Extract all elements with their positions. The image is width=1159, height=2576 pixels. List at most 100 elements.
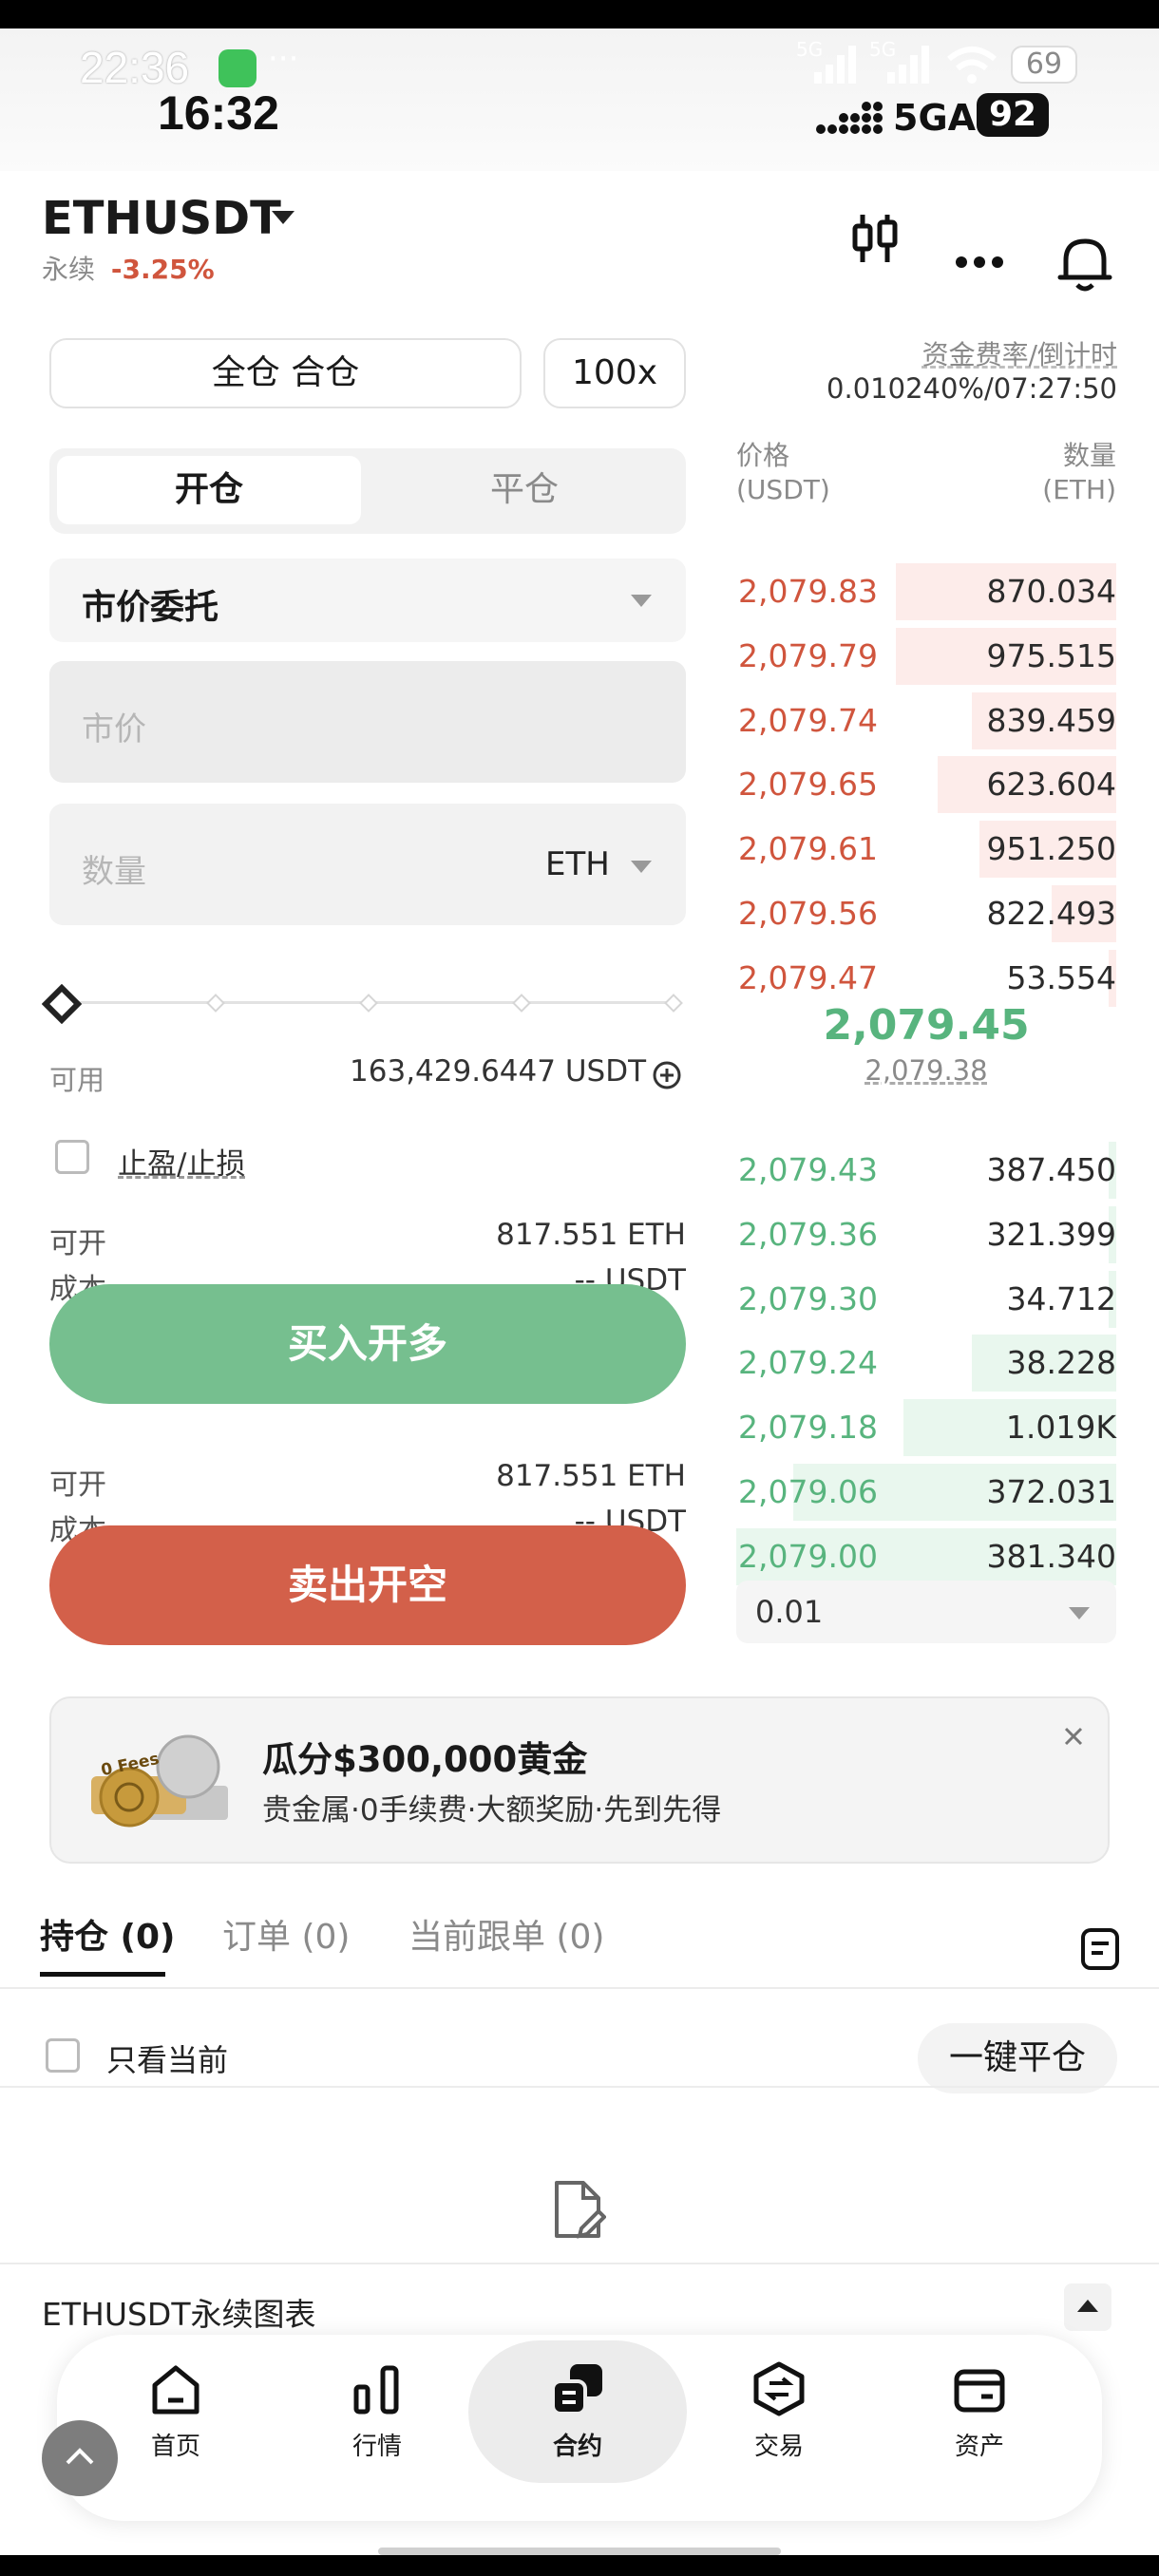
divider [0, 1987, 1159, 1989]
leverage-button[interactable]: 100x [543, 338, 686, 408]
nav-home[interactable]: 首页 [114, 2360, 238, 2462]
precision-select[interactable]: 0.01 [736, 1581, 1116, 1643]
bid-quantity: 34.712 [1006, 1279, 1116, 1317]
tab-orders[interactable]: 订单 (0) [222, 1909, 350, 1959]
signal-icon-1 [814, 46, 856, 84]
ask-quantity: 839.459 [986, 701, 1116, 739]
tab-copy-trades[interactable]: 当前跟单 (0) [408, 1909, 604, 1959]
ask-row[interactable]: 2,079.56 822.493 [736, 885, 1116, 942]
price-placeholder: 市价 [82, 710, 146, 748]
empty-document-icon [555, 2181, 606, 2239]
mark-price[interactable]: 2,079.38 [736, 1054, 1116, 1087]
ask-quantity: 951.250 [986, 830, 1116, 868]
bid-price: 2,079.00 [738, 1537, 878, 1575]
price-input[interactable]: 市价 [49, 661, 686, 783]
bid-row[interactable]: 2,079.36 321.399 [736, 1205, 1116, 1263]
margin-mode-button[interactable]: 全仓 合仓 [49, 338, 522, 408]
contract-type: 永续 -3.25% [42, 254, 215, 285]
ask-row[interactable]: 2,079.79 975.515 [736, 627, 1116, 685]
ask-row[interactable]: 2,079.83 870.034 [736, 563, 1116, 620]
slider-tick-25[interactable] [205, 993, 226, 1013]
price-change: -3.25% [110, 254, 215, 285]
gold-bars-icon [91, 1734, 228, 1828]
close-all-button[interactable]: 一键平仓 [918, 2023, 1117, 2093]
bid-row[interactable]: 2,079.18 1.019K [736, 1399, 1116, 1457]
ask-price: 2,079.47 [738, 958, 878, 996]
ask-price: 2,079.83 [738, 573, 878, 610]
tpsl-label[interactable]: 止盈/止损 [118, 1140, 245, 1183]
nav-trade-label: 交易 [753, 2433, 804, 2461]
long-open-label: 可开 [49, 1227, 106, 1260]
symbol-dropdown-icon[interactable] [272, 209, 294, 226]
candlestick-chart-icon[interactable] [851, 211, 899, 266]
tab-positions[interactable]: 持仓 (0) [40, 1909, 176, 1959]
available-value: 163,429.6447 USDT [350, 1054, 646, 1089]
nav-trade[interactable]: 交易 [717, 2360, 841, 2462]
close-icon[interactable] [1062, 1725, 1085, 1748]
tab-close-position[interactable]: 平仓 [370, 456, 678, 524]
chart-expand-button[interactable] [1064, 2283, 1112, 2331]
bid-quantity: 1.019K [1005, 1409, 1116, 1447]
trade-icon [753, 2361, 805, 2416]
only-current-label: 只看当前 [106, 2042, 229, 2078]
nav-assets[interactable]: 资产 [918, 2360, 1041, 2462]
bid-quantity: 38.228 [1006, 1344, 1116, 1382]
buy-long-button[interactable]: 买入开多 [49, 1284, 686, 1404]
divider [0, 2086, 1159, 2088]
ask-quantity: 53.554 [1006, 958, 1116, 996]
bid-row[interactable]: 2,079.06 372.031 [736, 1464, 1116, 1521]
scroll-top-button[interactable] [42, 2420, 118, 2496]
ask-row[interactable]: 2,079.74 839.459 [736, 691, 1116, 749]
bid-price: 2,079.06 [738, 1473, 878, 1510]
slider-tick-50[interactable] [358, 993, 379, 1013]
tab-open-position[interactable]: 开仓 [57, 456, 361, 524]
nav-home-label: 首页 [150, 2433, 200, 2461]
more-options-icon[interactable] [955, 255, 1004, 270]
signal-dots-icon [816, 102, 883, 134]
bid-price: 2,079.36 [738, 1215, 878, 1253]
only-current-checkbox[interactable] [46, 2038, 80, 2073]
short-open-label: 可开 [49, 1468, 106, 1502]
ask-row[interactable]: 2,079.61 951.250 [736, 821, 1116, 879]
quantity-unit-select[interactable]: ETH [545, 845, 610, 883]
slider-tick-100[interactable] [663, 993, 684, 1013]
chevron-up-icon [1077, 2300, 1098, 2312]
order-history-icon[interactable] [1079, 1926, 1121, 1972]
slider-tick-75[interactable] [511, 993, 532, 1013]
nav-futures-label: 合约 [552, 2433, 602, 2461]
nav-markets[interactable]: 行情 [315, 2360, 439, 2462]
futures-icon [551, 2364, 602, 2415]
markets-icon [353, 2365, 399, 2415]
battery-indicator: 92 [977, 93, 1049, 137]
notification-bell-icon[interactable] [1056, 234, 1113, 293]
bid-row[interactable]: 2,079.30 34.712 [736, 1270, 1116, 1328]
ask-price: 2,079.65 [738, 766, 878, 804]
tpsl-checkbox[interactable] [55, 1140, 89, 1174]
quantity-input[interactable]: 数量 ETH [49, 804, 686, 925]
bid-row[interactable]: 2,079.24 38.228 [736, 1335, 1116, 1392]
bid-quantity: 387.450 [986, 1151, 1116, 1188]
bid-quantity: 321.399 [986, 1215, 1116, 1253]
promo-banner[interactable]: 0 Fees 瓜分$300,000黄金 贵金属·0手续费·大额奖励·先到先得 [49, 1696, 1110, 1864]
unit-chevron-down-icon[interactable] [631, 861, 652, 874]
bid-row[interactable]: 2,079.00 381.340 [736, 1527, 1116, 1585]
ask-row[interactable]: 2,079.47 53.554 [736, 949, 1116, 1007]
chart-section-title[interactable]: ETHUSDT永续图表 [42, 2289, 316, 2335]
battery-indicator-top: 69 [1011, 46, 1077, 84]
wifi-icon [947, 47, 997, 84]
more-notifications: ··· [268, 40, 299, 78]
quantity-placeholder: 数量 [82, 853, 146, 891]
orderbook-price-header: 价格 (USDT) [736, 440, 830, 505]
sell-short-button[interactable]: 卖出开空 [49, 1525, 686, 1645]
funding-label[interactable]: 资金费率/倒计时 [922, 334, 1117, 372]
bid-price: 2,079.43 [738, 1151, 878, 1188]
order-type-select[interactable]: 市价委托 [49, 559, 686, 642]
ask-row[interactable]: 2,079.65 623.604 [736, 756, 1116, 814]
bid-price: 2,079.24 [738, 1344, 878, 1382]
slider-handle[interactable] [42, 984, 82, 1024]
bid-row[interactable]: 2,079.43 387.450 [736, 1142, 1116, 1199]
transfer-plus-icon[interactable] [652, 1060, 682, 1090]
symbol-title[interactable]: ETHUSDT [42, 192, 281, 245]
chevron-down-icon [631, 595, 652, 607]
nav-futures[interactable]: 合约 [516, 2360, 639, 2462]
